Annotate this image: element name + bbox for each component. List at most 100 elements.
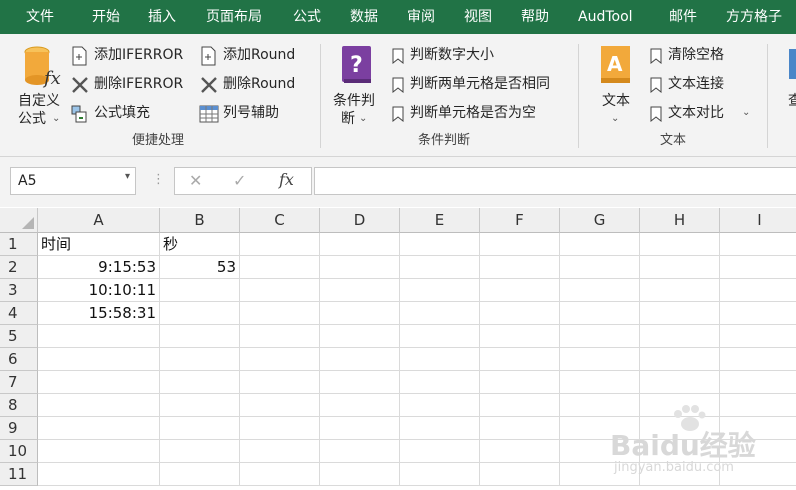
row-header-1[interactable]: 1	[0, 233, 38, 256]
cell-h1[interactable]	[640, 233, 720, 256]
cell-e6[interactable]	[400, 348, 480, 371]
cell-d11[interactable]	[320, 463, 400, 486]
column-header-c[interactable]: C	[240, 208, 320, 233]
cell-b10[interactable]	[160, 440, 240, 463]
cell-c2[interactable]	[240, 256, 320, 279]
cell-i2[interactable]	[720, 256, 796, 279]
cell-g4[interactable]	[560, 302, 640, 325]
tab-fangfang[interactable]: 方方格子	[726, 0, 782, 34]
cell-a3[interactable]: 10:10:11	[38, 279, 160, 302]
cell-f8[interactable]	[480, 394, 560, 417]
cell-a8[interactable]	[38, 394, 160, 417]
cell-e11[interactable]	[400, 463, 480, 486]
cell-f6[interactable]	[480, 348, 560, 371]
judge-number-button[interactable]: 判断数字大小	[390, 45, 530, 67]
name-box[interactable]: A5 ▾	[10, 167, 136, 195]
cell-d3[interactable]	[320, 279, 400, 302]
cell-b5[interactable]	[160, 325, 240, 348]
cell-e7[interactable]	[400, 371, 480, 394]
cell-d6[interactable]	[320, 348, 400, 371]
cell-f11[interactable]	[480, 463, 560, 486]
cell-b9[interactable]	[160, 417, 240, 440]
cell-h7[interactable]	[640, 371, 720, 394]
column-header-a[interactable]: A	[38, 208, 160, 233]
cell-c8[interactable]	[240, 394, 320, 417]
tab-review[interactable]: 审阅	[407, 0, 435, 34]
cell-g6[interactable]	[560, 348, 640, 371]
judge-same-button[interactable]: 判断两单元格是否相同	[390, 74, 570, 96]
lookup-button-partial[interactable]: 查	[786, 42, 796, 124]
cell-g5[interactable]	[560, 325, 640, 348]
cell-c10[interactable]	[240, 440, 320, 463]
row-header-11[interactable]: 11	[0, 463, 38, 486]
column-header-g[interactable]: G	[560, 208, 640, 233]
enter-icon[interactable]: ✓	[233, 171, 246, 190]
cell-e5[interactable]	[400, 325, 480, 348]
cell-c1[interactable]	[240, 233, 320, 256]
cell-d9[interactable]	[320, 417, 400, 440]
cell-d2[interactable]	[320, 256, 400, 279]
formula-input[interactable]	[314, 167, 796, 195]
cell-c4[interactable]	[240, 302, 320, 325]
cell-e4[interactable]	[400, 302, 480, 325]
cell-h3[interactable]	[640, 279, 720, 302]
cell-e1[interactable]	[400, 233, 480, 256]
cell-g7[interactable]	[560, 371, 640, 394]
cell-a4[interactable]: 15:58:31	[38, 302, 160, 325]
cell-a7[interactable]	[38, 371, 160, 394]
column-assist-button[interactable]: 列号辅助	[199, 103, 299, 125]
row-header-10[interactable]: 10	[0, 440, 38, 463]
cell-f7[interactable]	[480, 371, 560, 394]
insert-function-icon[interactable]: fx	[279, 170, 294, 189]
cell-d5[interactable]	[320, 325, 400, 348]
cell-h2[interactable]	[640, 256, 720, 279]
cell-c9[interactable]	[240, 417, 320, 440]
column-header-d[interactable]: D	[320, 208, 400, 233]
cell-g3[interactable]	[560, 279, 640, 302]
cell-f2[interactable]	[480, 256, 560, 279]
cell-i7[interactable]	[720, 371, 796, 394]
cell-d10[interactable]	[320, 440, 400, 463]
tab-mail[interactable]: 邮件	[669, 0, 697, 34]
tab-formulas[interactable]: 公式	[293, 0, 321, 34]
cell-e10[interactable]	[400, 440, 480, 463]
cancel-icon[interactable]: ✕	[189, 171, 202, 190]
cell-c5[interactable]	[240, 325, 320, 348]
cell-c7[interactable]	[240, 371, 320, 394]
del-round-button[interactable]: 删除Round	[199, 74, 309, 96]
cell-a9[interactable]	[38, 417, 160, 440]
cell-i3[interactable]	[720, 279, 796, 302]
cell-b3[interactable]	[160, 279, 240, 302]
text-menu-button[interactable]: A 文本 ⌄	[596, 42, 638, 124]
tab-file[interactable]: 文件	[26, 0, 54, 34]
cell-i6[interactable]	[720, 348, 796, 371]
row-header-7[interactable]: 7	[0, 371, 38, 394]
cell-f10[interactable]	[480, 440, 560, 463]
column-header-b[interactable]: B	[160, 208, 240, 233]
row-header-4[interactable]: 4	[0, 302, 38, 325]
tab-audtool[interactable]: AudTool	[578, 0, 633, 34]
cell-a5[interactable]	[38, 325, 160, 348]
cell-e9[interactable]	[400, 417, 480, 440]
row-header-5[interactable]: 5	[0, 325, 38, 348]
cell-f4[interactable]	[480, 302, 560, 325]
cell-a11[interactable]	[38, 463, 160, 486]
text-compare-button[interactable]: 文本对比 ⌄	[648, 103, 758, 125]
cell-e8[interactable]	[400, 394, 480, 417]
tab-data[interactable]: 数据	[350, 0, 378, 34]
cell-f1[interactable]	[480, 233, 560, 256]
cell-a10[interactable]	[38, 440, 160, 463]
tab-insert[interactable]: 插入	[148, 0, 176, 34]
column-header-f[interactable]: F	[480, 208, 560, 233]
cell-f5[interactable]	[480, 325, 560, 348]
cell-d8[interactable]	[320, 394, 400, 417]
cell-b2[interactable]: 53	[160, 256, 240, 279]
cell-h5[interactable]	[640, 325, 720, 348]
cell-d4[interactable]	[320, 302, 400, 325]
clear-space-button[interactable]: 清除空格	[648, 45, 758, 67]
add-iferror-button[interactable]: 添加IFERROR	[70, 45, 190, 67]
cell-c3[interactable]	[240, 279, 320, 302]
cell-d7[interactable]	[320, 371, 400, 394]
cell-e3[interactable]	[400, 279, 480, 302]
cell-d1[interactable]	[320, 233, 400, 256]
